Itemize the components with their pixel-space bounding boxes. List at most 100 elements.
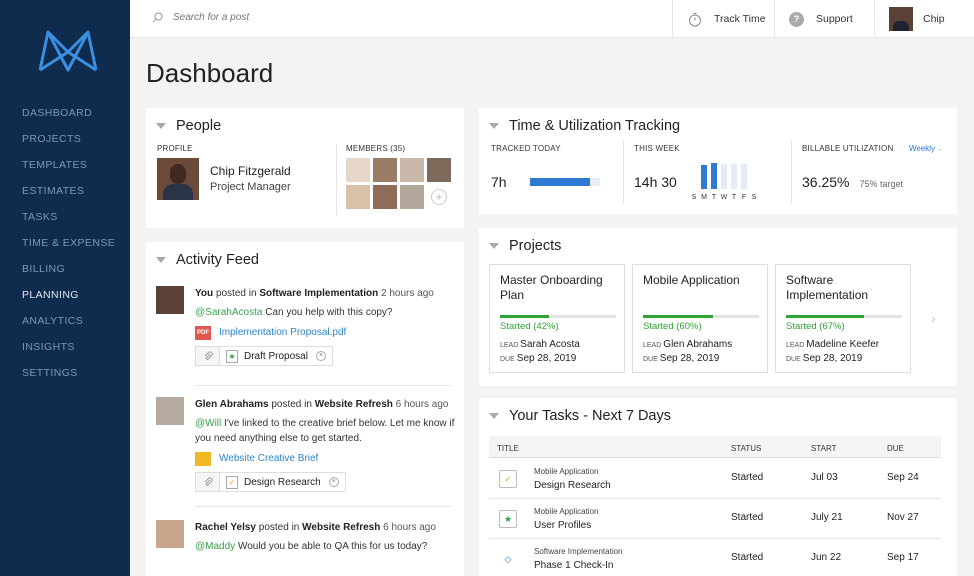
sidebar-item-insights[interactable]: INSIGHTS bbox=[22, 338, 115, 364]
member-avatar[interactable] bbox=[400, 158, 424, 182]
project-card[interactable]: Master Onboarding Plan Started (42%) LEA… bbox=[489, 264, 625, 373]
check-doc-icon: ✓ bbox=[226, 475, 238, 489]
sidebar-item-estimates[interactable]: ESTIMATES bbox=[22, 182, 115, 208]
project-progress-fill bbox=[643, 315, 713, 318]
remove-icon[interactable]: × bbox=[328, 477, 339, 487]
period-select[interactable]: Weekly ⌄ bbox=[909, 144, 943, 153]
billable-value-row: 36.25% 75% target bbox=[802, 174, 903, 190]
project-lead: LEAD Glen Abrahams bbox=[643, 339, 732, 350]
avatar[interactable] bbox=[156, 286, 184, 314]
app-logo-icon[interactable] bbox=[36, 26, 100, 74]
week-bar bbox=[721, 163, 727, 189]
column-start[interactable]: START bbox=[811, 444, 836, 453]
activity-header[interactable]: Activity Feed bbox=[156, 252, 259, 268]
plus-icon: + bbox=[431, 189, 447, 205]
sidebar-item-projects[interactable]: PROJECTS bbox=[22, 130, 115, 156]
project-card[interactable]: Mobile Application Started (60%) LEAD Gle… bbox=[632, 264, 768, 373]
attachment-chip[interactable]: ✓ Design Research × bbox=[195, 472, 346, 492]
member-avatar[interactable] bbox=[427, 158, 451, 182]
collapse-caret-icon bbox=[489, 243, 499, 249]
activity-actor[interactable]: Glen Abrahams bbox=[195, 399, 269, 410]
file-link[interactable]: Website Creative Brief bbox=[195, 451, 455, 466]
table-row[interactable]: ✓ Mobile Application Design Research Sta… bbox=[489, 459, 941, 499]
task-name: Design Research bbox=[534, 480, 611, 491]
column-title[interactable]: TITLE bbox=[497, 444, 519, 453]
sidebar-item-tasks[interactable]: TASKS bbox=[22, 208, 115, 234]
top-bar: Track Time ? Support Chip bbox=[130, 0, 974, 38]
mention-link[interactable]: @Maddy bbox=[195, 541, 235, 552]
chevron-down-icon: ⌄ bbox=[937, 146, 944, 153]
activity-project[interactable]: Website Refresh bbox=[302, 522, 380, 533]
activity-verb: posted in bbox=[258, 522, 300, 533]
avatar bbox=[889, 7, 913, 31]
member-avatar[interactable] bbox=[400, 185, 424, 209]
activity-verb: posted in bbox=[215, 288, 257, 299]
sidebar-item-billing[interactable]: BILLING bbox=[22, 260, 115, 286]
activity-message: I've linked to the creative brief below.… bbox=[195, 418, 455, 444]
project-card[interactable]: Software Implementation Started (67%) LE… bbox=[775, 264, 911, 373]
activity-project[interactable]: Software Implementation bbox=[259, 288, 378, 299]
sidebar-item-time-expense[interactable]: TIME & EXPENSE bbox=[22, 234, 115, 260]
activity-actor[interactable]: Rachel Yelsy bbox=[195, 522, 256, 533]
add-member-button[interactable]: + bbox=[427, 185, 451, 209]
user-menu[interactable]: Chip bbox=[874, 0, 974, 38]
chevron-right-icon[interactable]: › bbox=[931, 310, 936, 326]
sidebar-item-dashboard[interactable]: DASHBOARD bbox=[22, 104, 115, 130]
activity-actor[interactable]: You bbox=[195, 288, 213, 299]
task-start: Jul 03 bbox=[811, 472, 838, 483]
member-avatar[interactable] bbox=[346, 185, 370, 209]
tracked-today-label: TRACKED TODAY bbox=[491, 144, 561, 153]
members-grid: + bbox=[346, 158, 451, 209]
member-avatar[interactable] bbox=[373, 185, 397, 209]
stopwatch-icon bbox=[687, 12, 702, 27]
sidebar-item-templates[interactable]: TEMPLATES bbox=[22, 156, 115, 182]
support-button[interactable]: ? Support bbox=[774, 0, 888, 38]
profile-label: PROFILE bbox=[157, 144, 193, 153]
search-input[interactable] bbox=[173, 12, 373, 23]
project-progress-bar bbox=[786, 315, 902, 318]
project-due: DUE Sep 28, 2019 bbox=[500, 353, 576, 364]
tasks-header[interactable]: Your Tasks - Next 7 Days bbox=[489, 408, 671, 424]
activity-verb: posted in bbox=[271, 399, 312, 410]
paperclip-icon bbox=[196, 473, 220, 491]
time-header[interactable]: Time & Utilization Tracking bbox=[489, 118, 680, 134]
task-due: Sep 17 bbox=[887, 552, 919, 563]
due-label: DUE bbox=[786, 356, 801, 363]
avatar[interactable] bbox=[156, 397, 184, 425]
people-header[interactable]: People bbox=[156, 118, 221, 134]
activity-project[interactable]: Website Refresh bbox=[315, 399, 393, 410]
task-project: Mobile Application bbox=[534, 467, 599, 476]
sidebar-nav: DASHBOARD PROJECTS TEMPLATES ESTIMATES T… bbox=[22, 104, 115, 390]
member-avatar[interactable] bbox=[373, 158, 397, 182]
lead-label: LEAD bbox=[500, 342, 519, 349]
slides-icon bbox=[195, 451, 211, 466]
mention-link[interactable]: @Will bbox=[195, 418, 221, 429]
pdf-icon: PDF bbox=[195, 325, 211, 340]
avatar[interactable] bbox=[156, 520, 184, 548]
paperclip-icon bbox=[196, 347, 220, 365]
activity-time: 2 hours ago bbox=[381, 288, 434, 299]
sidebar-item-settings[interactable]: SETTINGS bbox=[22, 364, 115, 390]
help-icon: ? bbox=[789, 11, 804, 27]
column-status[interactable]: STATUS bbox=[731, 444, 761, 453]
lead-label: LEAD bbox=[643, 342, 662, 349]
project-status: Started (60%) bbox=[643, 321, 702, 332]
project-status: Started (67%) bbox=[786, 321, 845, 332]
remove-icon[interactable]: × bbox=[315, 351, 326, 361]
profile-avatar[interactable] bbox=[157, 158, 199, 200]
mention-link[interactable]: @SarahAcosta bbox=[195, 307, 262, 318]
file-link[interactable]: PDF Implementation Proposal.pdf bbox=[195, 325, 455, 340]
sidebar-item-planning[interactable]: PLANNING bbox=[22, 286, 115, 312]
column-due[interactable]: DUE bbox=[887, 444, 904, 453]
attachment-chip[interactable]: ★ Draft Proposal × bbox=[195, 346, 333, 366]
billable-value: 36.25% bbox=[802, 174, 850, 190]
table-row[interactable]: ◇ Software Implementation Phase 1 Check-… bbox=[489, 539, 941, 576]
period-value: Weekly bbox=[909, 144, 936, 153]
sidebar-item-analytics[interactable]: ANALYTICS bbox=[22, 312, 115, 338]
week-bar bbox=[711, 163, 717, 189]
projects-header[interactable]: Projects bbox=[489, 238, 561, 254]
table-row[interactable]: ★ Mobile Application User Profiles Start… bbox=[489, 499, 941, 539]
track-time-button[interactable]: Track Time bbox=[672, 0, 774, 38]
tracked-today-bar bbox=[530, 178, 600, 186]
member-avatar[interactable] bbox=[346, 158, 370, 182]
